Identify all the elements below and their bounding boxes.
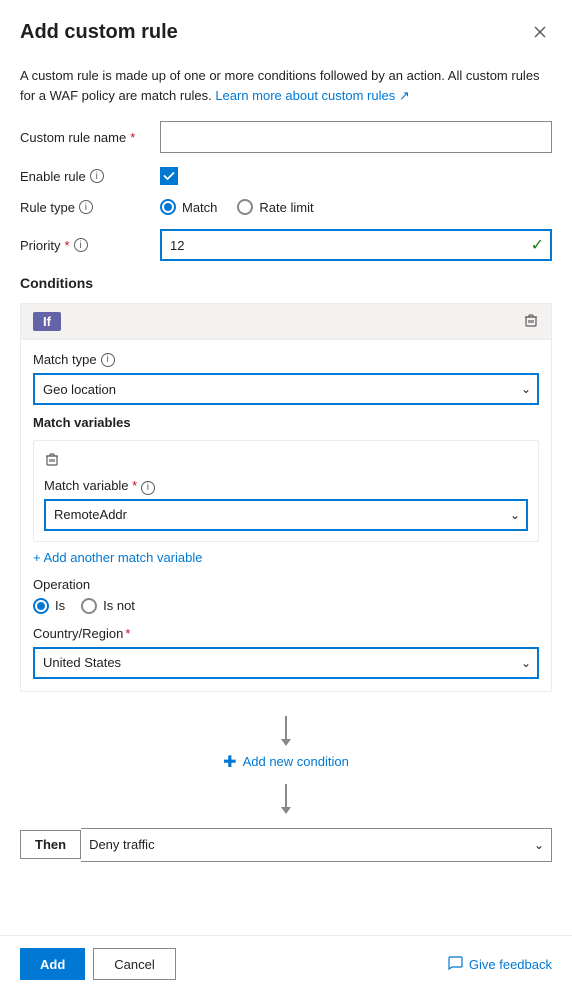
match-variable-label-row: Match variable * i: [44, 478, 528, 495]
modal-body: A custom rule is made up of one or more …: [0, 54, 572, 935]
footer-buttons: Add Cancel: [20, 948, 176, 980]
match-type-info-icon[interactable]: i: [101, 353, 115, 367]
operation-label: Operation: [33, 577, 539, 592]
rule-type-label: Rule type i: [20, 200, 160, 215]
country-label: Country/Region *: [33, 626, 539, 641]
match-variable-required: *: [132, 478, 137, 493]
priority-row: Priority * i ✓: [20, 229, 552, 261]
operation-options: Is Is not: [33, 598, 539, 614]
required-indicator: *: [130, 130, 135, 145]
condition-body: Match type i Geo location IP address HTT…: [21, 340, 551, 691]
enable-rule-row: Enable rule i: [20, 167, 552, 185]
add-condition-section: ✚ Add new condition: [20, 700, 552, 824]
rule-type-row: Rule type i Match Rate limit: [20, 199, 552, 215]
is-radio-circle: [33, 598, 49, 614]
operation-section: Operation Is Is not: [33, 577, 539, 614]
match-type-select-wrapper: Geo location IP address HTTP header HTTP…: [33, 373, 539, 405]
add-condition-plus-icon: ✚: [223, 752, 236, 772]
add-custom-rule-modal: Add custom rule A custom rule is made up…: [0, 0, 572, 992]
priority-input[interactable]: [160, 229, 552, 261]
match-variables-section: Match variables: [33, 415, 539, 679]
custom-rule-name-label: Custom rule name *: [20, 130, 160, 145]
if-header: If: [21, 304, 551, 340]
operation-is[interactable]: Is: [33, 598, 65, 614]
country-select[interactable]: United States Canada United Kingdom Germ…: [33, 647, 539, 679]
match-type-label: Match type i: [33, 352, 539, 367]
match-variable-select-wrapper: RemoteAddr RequestMethod QueryString Pos…: [44, 499, 528, 531]
modal-footer: Add Cancel Give feedback: [0, 935, 572, 992]
enable-rule-label: Enable rule i: [20, 169, 160, 184]
conditions-title: Conditions: [20, 275, 552, 291]
country-region-section: Country/Region * United States Canada Un…: [33, 626, 539, 679]
rule-type-options: Match Rate limit: [160, 199, 314, 215]
operation-is-not[interactable]: Is not: [81, 598, 135, 614]
arrow-divider-top: [285, 716, 287, 740]
match-variable-select[interactable]: RemoteAddr RequestMethod QueryString Pos…: [44, 499, 528, 531]
custom-rule-name-wrapper: [160, 121, 552, 153]
add-condition-button[interactable]: ✚ Add new condition: [215, 748, 357, 776]
conditions-block: If Match type i: [20, 303, 552, 692]
rule-type-info-icon[interactable]: i: [79, 200, 93, 214]
match-type-select[interactable]: Geo location IP address HTTP header HTTP…: [33, 373, 539, 405]
custom-rule-name-input[interactable]: [160, 121, 552, 153]
modal-title: Add custom rule: [20, 21, 178, 44]
match-variable-delete-row: [44, 451, 528, 470]
enable-rule-checkbox-wrapper: [160, 167, 178, 185]
priority-wrapper: ✓: [160, 229, 552, 261]
learn-more-link[interactable]: Learn more about custom rules ↗: [215, 88, 409, 103]
rate-limit-radio-circle: [237, 199, 253, 215]
priority-info-icon[interactable]: i: [74, 238, 88, 252]
cancel-button[interactable]: Cancel: [93, 948, 175, 980]
match-variable-info-icon[interactable]: i: [141, 481, 155, 495]
close-button[interactable]: [528, 20, 552, 44]
add-button[interactable]: Add: [20, 948, 85, 980]
delete-condition-icon[interactable]: [523, 312, 539, 331]
custom-rule-name-row: Custom rule name *: [20, 121, 552, 153]
enable-rule-checkbox[interactable]: [160, 167, 178, 185]
priority-label: Priority * i: [20, 238, 160, 253]
match-type-row: Match type i Geo location IP address HTT…: [33, 352, 539, 405]
then-action-wrapper: Deny traffic Allow traffic Log ⌄: [81, 828, 552, 862]
match-variable-item: Match variable * i RemoteAddr RequestMet…: [33, 440, 539, 542]
feedback-icon: [447, 955, 463, 974]
country-select-wrapper: United States Canada United Kingdom Germ…: [33, 647, 539, 679]
if-label: If: [33, 312, 61, 331]
then-label: Then: [20, 830, 81, 859]
vertical-arrow-line: [285, 716, 287, 740]
vertical-arrow-line-2: [285, 784, 287, 808]
match-radio-circle: [160, 199, 176, 215]
rule-type-match[interactable]: Match: [160, 199, 217, 215]
add-match-variable-link[interactable]: + Add another match variable: [33, 550, 202, 565]
then-row: Then Deny traffic Allow traffic Log ⌄: [20, 828, 552, 862]
country-required: *: [125, 626, 130, 641]
is-not-radio-circle: [81, 598, 97, 614]
description-text: A custom rule is made up of one or more …: [20, 66, 552, 105]
then-action-select[interactable]: Deny traffic Allow traffic Log: [81, 828, 552, 862]
feedback-link[interactable]: Give feedback: [447, 955, 552, 974]
priority-required: *: [64, 238, 69, 253]
rule-type-rate-limit[interactable]: Rate limit: [237, 199, 313, 215]
modal-header: Add custom rule: [0, 0, 572, 54]
arrow-divider-bottom: [285, 784, 287, 808]
match-variables-title: Match variables: [33, 415, 539, 430]
priority-valid-icon: ✓: [531, 235, 544, 255]
enable-rule-info-icon[interactable]: i: [90, 169, 104, 183]
delete-match-variable-icon[interactable]: [44, 454, 60, 470]
